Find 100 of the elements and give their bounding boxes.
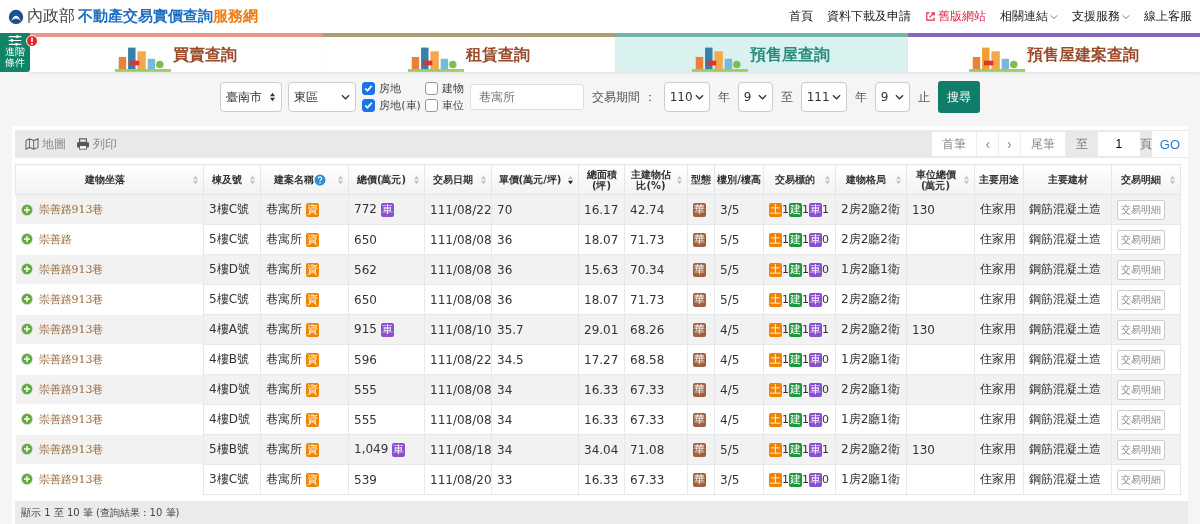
tab[interactable]: 租賃查詢 [322, 33, 615, 72]
expand-icon[interactable] [20, 353, 33, 365]
detail-button[interactable]: 交易明細 [1117, 379, 1165, 400]
address-link[interactable]: 崇善路913巷 [38, 261, 104, 277]
detail-button[interactable]: 交易明細 [1117, 349, 1165, 370]
address-link[interactable]: 崇善路 [38, 231, 72, 247]
nav-link[interactable]: 相關連結 [1000, 8, 1058, 25]
column-header[interactable]: 主要建材 [1047, 174, 1088, 186]
table-cell: 16.33 [578, 464, 625, 495]
tab[interactable]: 預售屋建案查詢 [907, 33, 1200, 72]
expand-icon[interactable] [20, 293, 33, 305]
address-link[interactable]: 崇善路913巷 [38, 441, 104, 457]
sliders-icon [7, 35, 23, 46]
site-title[interactable]: 不動產交易實價查詢服務網 [78, 7, 258, 26]
advanced-filter-button[interactable]: 進階條件 [0, 33, 30, 72]
checkbox[interactable] [362, 82, 376, 95]
sort-icon[interactable] [567, 175, 574, 185]
go-button[interactable]: GO [1151, 131, 1188, 157]
year-select[interactable]: 110 [663, 82, 710, 112]
expand-icon[interactable] [20, 383, 33, 395]
checkbox[interactable] [362, 99, 376, 112]
table-cell: 111/08/08 [424, 404, 492, 435]
address-link[interactable]: 崇善路913巷 [38, 381, 104, 397]
target-count: 1 [782, 322, 789, 336]
district-select[interactable]: 東區 [288, 82, 357, 112]
target-badge: 土 [769, 232, 782, 247]
nav-link[interactable]: 首頁 [789, 8, 813, 25]
expand-icon[interactable] [20, 263, 33, 275]
table-cell: 16.33 [578, 404, 625, 435]
address-link[interactable]: 崇善路913巷 [38, 411, 104, 427]
total-price: 555 [354, 412, 377, 427]
table-cell: 4/5 [714, 404, 764, 435]
target-badge: 土 [769, 412, 782, 427]
target-badge: 車 [809, 322, 822, 337]
type-badge: 華 [693, 323, 706, 337]
address-link[interactable]: 崇善路913巷 [38, 321, 104, 337]
unit-label: 至 [780, 88, 793, 106]
target-count: 1 [802, 202, 809, 216]
checkbox[interactable] [424, 99, 438, 112]
target-badge: 車 [809, 292, 822, 307]
month-select[interactable]: 9 [874, 82, 910, 112]
detail-button[interactable]: 交易明細 [1117, 229, 1165, 250]
data-badge: 資 [305, 353, 319, 367]
table-cell: 71.73 [624, 284, 688, 315]
table-cell: 34.5 [491, 344, 579, 375]
column-header[interactable]: 建案名稱 [273, 174, 314, 185]
expand-icon[interactable] [20, 203, 33, 216]
detail-button[interactable]: 交易明細 [1117, 439, 1165, 460]
table-cell: 鋼筋混凝土造 [1023, 434, 1112, 465]
emblem-icon [8, 8, 24, 25]
keyword-field[interactable]: 巷寓所 [469, 84, 584, 110]
address-link[interactable]: 崇善路913巷 [38, 471, 104, 487]
target-badge: 土 [769, 382, 782, 397]
search-button[interactable]: 搜尋 [937, 81, 980, 113]
detail-button[interactable]: 交易明細 [1117, 199, 1165, 220]
year-select[interactable]: 111 [800, 82, 847, 112]
target-count: 0 [822, 472, 829, 486]
address-link[interactable]: 崇善路913巷 [38, 202, 104, 217]
expand-icon[interactable] [20, 413, 33, 425]
expand-icon[interactable] [20, 473, 33, 485]
detail-button[interactable]: 交易明細 [1117, 259, 1165, 280]
first-page-button[interactable]: 首筆 [932, 132, 978, 156]
expand-icon[interactable] [20, 443, 33, 455]
city-select[interactable]: 臺南市 [220, 82, 283, 112]
tab[interactable]: 預售屋查詢 [615, 33, 908, 72]
detail-button[interactable]: 交易明細 [1117, 289, 1165, 310]
tab[interactable]: 買賣查詢 [30, 33, 323, 72]
column-header[interactable]: 建物坐落 [84, 174, 125, 186]
table-cell: 111/08/08 [424, 224, 492, 255]
address-link[interactable]: 崇善路913巷 [38, 351, 104, 367]
table-cell: 36 [491, 284, 579, 315]
total-price: 562 [354, 262, 377, 277]
page-field[interactable]: 1 [1097, 132, 1140, 156]
print-button[interactable]: 列印 [76, 135, 117, 153]
expand-icon[interactable] [20, 323, 33, 335]
table-cell: 111/08/20 [424, 464, 492, 495]
table-cell: 住家用 [974, 224, 1024, 255]
project-name: 巷寓所 [266, 382, 302, 396]
checkbox[interactable] [424, 82, 438, 95]
detail-button[interactable]: 交易明細 [1117, 469, 1165, 490]
table-cell: 3樓C號 [203, 464, 261, 495]
address-link[interactable]: 崇善路913巷 [38, 291, 104, 307]
project-name: 巷寓所 [266, 442, 302, 456]
parking-badge: 車 [380, 203, 394, 217]
target-count: 1 [782, 412, 789, 426]
target-count: 1 [802, 262, 809, 276]
table-cell: 111/08/18 [424, 434, 492, 465]
nav-link[interactable]: 線上客服 [1144, 8, 1192, 25]
detail-button[interactable]: 交易明細 [1117, 319, 1165, 340]
table-cell: 鋼筋混凝土造 [1023, 344, 1112, 375]
caret-icon [894, 94, 904, 100]
nav-link[interactable]: 支援服務 [1072, 8, 1130, 25]
expand-icon[interactable] [20, 233, 33, 245]
nav-link[interactable]: 資料下載及申請 [827, 8, 911, 25]
caret-icon [757, 94, 767, 100]
help-icon[interactable] [313, 173, 326, 186]
month-select[interactable]: 9 [737, 82, 773, 112]
nav-link[interactable]: 舊版網站 [925, 8, 986, 25]
map-button[interactable]: 地圖 [25, 135, 66, 153]
detail-button[interactable]: 交易明細 [1117, 409, 1165, 430]
